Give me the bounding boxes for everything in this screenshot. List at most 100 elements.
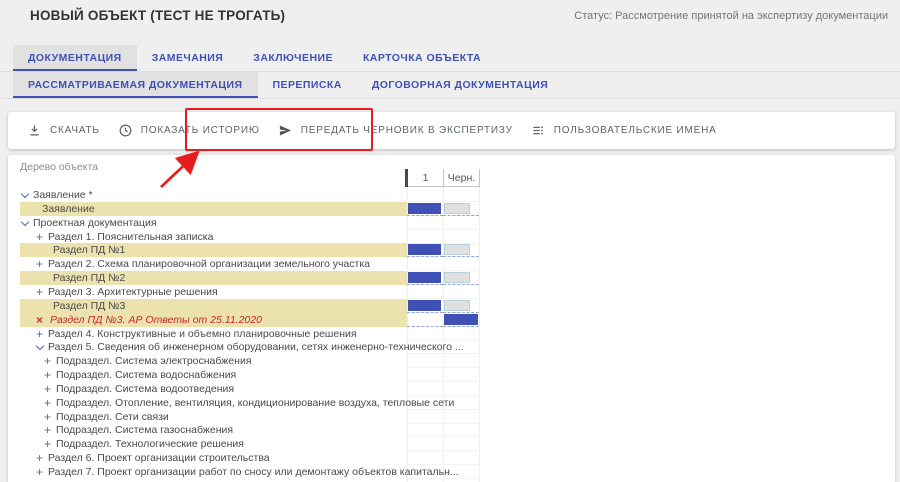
expand-plus-icon[interactable]: + xyxy=(42,382,53,396)
draft-cell xyxy=(443,313,479,327)
tree-row[interactable]: +Подраздел. Система газоснабжения xyxy=(8,423,895,437)
tree-row[interactable]: × Раздел ПД №3. АР Ответы от 25.11.2020 xyxy=(8,313,895,327)
expand-plus-icon[interactable]: + xyxy=(42,437,53,451)
grid-row-line xyxy=(407,327,480,341)
send-icon xyxy=(278,123,293,138)
tree-row[interactable]: Раздел ПД №1 xyxy=(8,243,895,257)
tree-row[interactable]: +Подраздел. Система электроснабжения xyxy=(8,354,895,368)
tree-row[interactable]: +Раздел 4. Конструктивные и объемно план… xyxy=(8,327,895,341)
version-cell xyxy=(407,299,443,313)
tab-correspondence[interactable]: ПЕРЕПИСКА xyxy=(258,72,357,98)
download-icon xyxy=(27,123,42,138)
tab-contract-documentation[interactable]: ДОГОВОРНАЯ ДОКУМЕНТАЦИЯ xyxy=(357,72,563,98)
tree-row[interactable]: +Раздел 3. Архитектурные решения xyxy=(8,285,895,299)
tree-row-label: Подраздел. Система водоснабжения xyxy=(56,368,236,382)
grid-row-line xyxy=(407,437,480,451)
tree-panel: Дерево объекта 1 Черн. Заявление *Заявле… xyxy=(8,155,895,482)
grid-row-line xyxy=(407,451,480,465)
version-bar xyxy=(408,203,441,214)
tree-row-label: Раздел 2. Схема планировочной организаци… xyxy=(48,257,370,271)
tree-row[interactable]: +Раздел 7. Проект организации работ по с… xyxy=(8,465,895,479)
page-title: НОВЫЙ ОБЪЕКТ (ТЕСТ НЕ ТРОГАТЬ) xyxy=(30,8,285,23)
grid-row-line xyxy=(407,230,480,244)
tab-reviewed-documentation[interactable]: РАССМАТРИВАЕМАЯ ДОКУМЕНТАЦИЯ xyxy=(13,72,258,98)
expand-plus-icon[interactable]: + xyxy=(42,396,53,410)
draft-bar xyxy=(444,203,470,214)
tree-row[interactable]: Проектная документация xyxy=(8,216,895,230)
grid-row-line xyxy=(407,410,480,424)
tree-row[interactable]: +Раздел 1. Пояснительная записка xyxy=(8,230,895,244)
expand-plus-icon[interactable]: + xyxy=(34,327,45,341)
toolbar-button-label: ПОКАЗАТЬ ИСТОРИЮ xyxy=(141,125,260,136)
expand-plus-icon[interactable]: + xyxy=(42,354,53,368)
tree-row[interactable]: +Раздел 2. Схема планировочной организац… xyxy=(8,257,895,271)
grid-row-line xyxy=(407,382,480,396)
grid-row-line xyxy=(407,423,480,437)
tree-row-label: Раздел ПД №1 xyxy=(53,243,125,257)
tree-row-label: Раздел ПД №3. АР Ответы от 25.11.2020 xyxy=(50,313,262,327)
collapse-chevron-icon[interactable] xyxy=(19,188,30,202)
user-names-button[interactable]: ПОЛЬЗОВАТЕЛЬСКИЕ ИМЕНА xyxy=(522,112,726,149)
tab-conclusion[interactable]: ЗАКЛЮЧЕНИЕ xyxy=(238,45,348,71)
tree-row-label: Раздел ПД №3 xyxy=(53,299,125,313)
tree-row[interactable]: Заявление xyxy=(8,202,895,216)
clock-icon xyxy=(118,123,133,138)
deleted-x-icon: × xyxy=(34,313,45,327)
draft-bar xyxy=(444,314,478,325)
tree-row-label: Раздел 1. Пояснительная записка xyxy=(48,230,213,244)
toolbar-button-label: ПОЛЬЗОВАТЕЛЬСКИЕ ИМЕНА xyxy=(554,125,717,136)
tab-documentation[interactable]: ДОКУМЕНТАЦИЯ xyxy=(13,45,137,71)
tree-caption: Дерево объекта xyxy=(20,161,98,173)
version-bar xyxy=(408,300,441,311)
expand-plus-icon[interactable]: + xyxy=(34,465,45,479)
tree-row-label: Раздел 6. Проект организации строительст… xyxy=(48,451,270,465)
expand-plus-icon[interactable]: + xyxy=(34,285,45,299)
collapse-chevron-icon[interactable] xyxy=(19,216,30,230)
download-button[interactable]: СКАЧАТЬ xyxy=(18,112,109,149)
version-cell xyxy=(407,202,443,216)
tree-row-label: Подраздел. Система газоснабжения xyxy=(56,423,233,437)
send-draft-button[interactable]: ПЕРЕДАТЬ ЧЕРНОВИК В ЭКСПЕРТИЗУ xyxy=(269,112,522,149)
tree-row-label: Раздел 7. Проект организации работ по сн… xyxy=(48,465,459,479)
expand-plus-icon[interactable]: + xyxy=(42,423,53,437)
tree-row[interactable]: +Раздел 6. Проект организации строительс… xyxy=(8,451,895,465)
expand-plus-icon[interactable]: + xyxy=(42,368,53,382)
column-header-draft: Черн. xyxy=(443,169,480,187)
collapse-chevron-icon[interactable] xyxy=(34,340,45,354)
grid-row-line xyxy=(407,354,480,368)
status-text: Статус: Рассмотрение принятой на эксперт… xyxy=(574,10,888,22)
tree-row-label: Подраздел. Система водоотведения xyxy=(56,382,234,396)
current-version-indicator xyxy=(405,169,408,187)
tree-row-label: Подраздел. Сети связи xyxy=(56,410,169,424)
version-cell xyxy=(407,313,443,327)
expand-plus-icon[interactable]: + xyxy=(34,230,45,244)
tree-row[interactable]: Раздел 5. Сведения об инженерном оборудо… xyxy=(8,340,895,354)
tree-row-label: Раздел ПД №2 xyxy=(53,271,125,285)
draft-bar xyxy=(444,272,470,283)
expand-plus-icon[interactable]: + xyxy=(42,410,53,424)
tree-row[interactable]: Раздел ПД №3 xyxy=(8,299,895,313)
version-cell xyxy=(407,243,443,257)
tree-row[interactable]: +Подраздел. Отопление, вентиляция, конди… xyxy=(8,396,895,410)
expand-plus-icon[interactable]: + xyxy=(34,257,45,271)
grid-row-line xyxy=(407,285,480,299)
grid-row-line xyxy=(407,257,480,271)
tab-object-card[interactable]: КАРТОЧКА ОБЪЕКТА xyxy=(348,45,496,71)
toolbar: СКАЧАТЬ ПОКАЗАТЬ ИСТОРИЮ ПЕРЕДАТЬ ЧЕРНОВИК… xyxy=(8,112,895,149)
show-history-button[interactable]: ПОКАЗАТЬ ИСТОРИЮ xyxy=(109,112,269,149)
tree-row[interactable]: +Подраздел. Система водоотведения xyxy=(8,382,895,396)
tree-row[interactable]: Заявление * xyxy=(8,188,895,202)
tab-remarks[interactable]: ЗАМЕЧАНИЯ xyxy=(137,45,239,71)
draft-cell xyxy=(443,243,479,257)
tree-row[interactable]: +Подраздел. Сети связи xyxy=(8,410,895,424)
tree-row-label: Заявление xyxy=(42,202,95,216)
expand-plus-icon[interactable]: + xyxy=(34,451,45,465)
column-header-version-1: 1 xyxy=(407,169,443,187)
tree-row-label: Раздел 4. Конструктивные и объемно плани… xyxy=(48,327,357,341)
tree-row[interactable]: +Подраздел. Технологические решения xyxy=(8,437,895,451)
tree-row[interactable]: +Подраздел. Система водоснабжения xyxy=(8,368,895,382)
tree-row[interactable]: Раздел ПД №2 xyxy=(8,271,895,285)
tree-row-label: Подраздел. Отопление, вентиляция, кондиц… xyxy=(56,396,454,410)
version-bar xyxy=(408,244,441,255)
secondary-tab-bar: РАССМАТРИВАЕМАЯ ДОКУМЕНТАЦИЯПЕРЕПИСКАДОГ… xyxy=(13,72,563,98)
